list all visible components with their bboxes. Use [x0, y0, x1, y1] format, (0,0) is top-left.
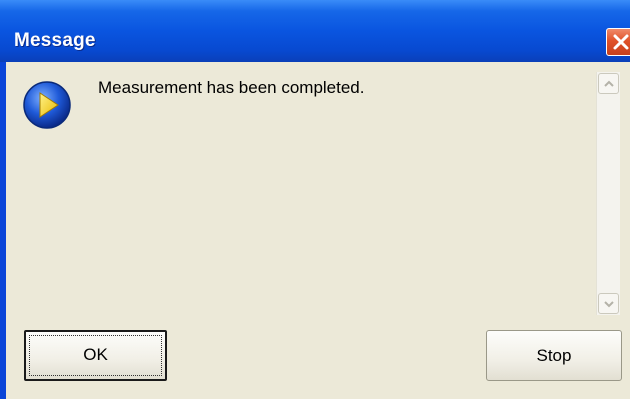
window-title: Message [14, 30, 96, 51]
chevron-up-icon [604, 80, 614, 87]
title-bar[interactable]: Message [0, 0, 630, 62]
message-text: Measurement has been completed. [98, 78, 365, 97]
chevron-down-icon [604, 301, 614, 308]
ok-button[interactable]: OK [24, 330, 167, 381]
ok-button-label: OK [83, 345, 108, 364]
stop-button-label: Stop [536, 346, 572, 365]
message-dialog: Message Measurement has been completed. … [0, 0, 630, 399]
close-button[interactable] [606, 28, 630, 56]
scroll-up-button[interactable] [598, 73, 619, 94]
dialog-body: Measurement has been completed. OK Stop [6, 62, 630, 399]
stop-button[interactable]: Stop [486, 330, 622, 381]
vertical-scrollbar[interactable] [596, 72, 620, 315]
play-info-icon [23, 81, 71, 129]
close-icon [613, 34, 629, 50]
scroll-down-button[interactable] [598, 293, 619, 314]
